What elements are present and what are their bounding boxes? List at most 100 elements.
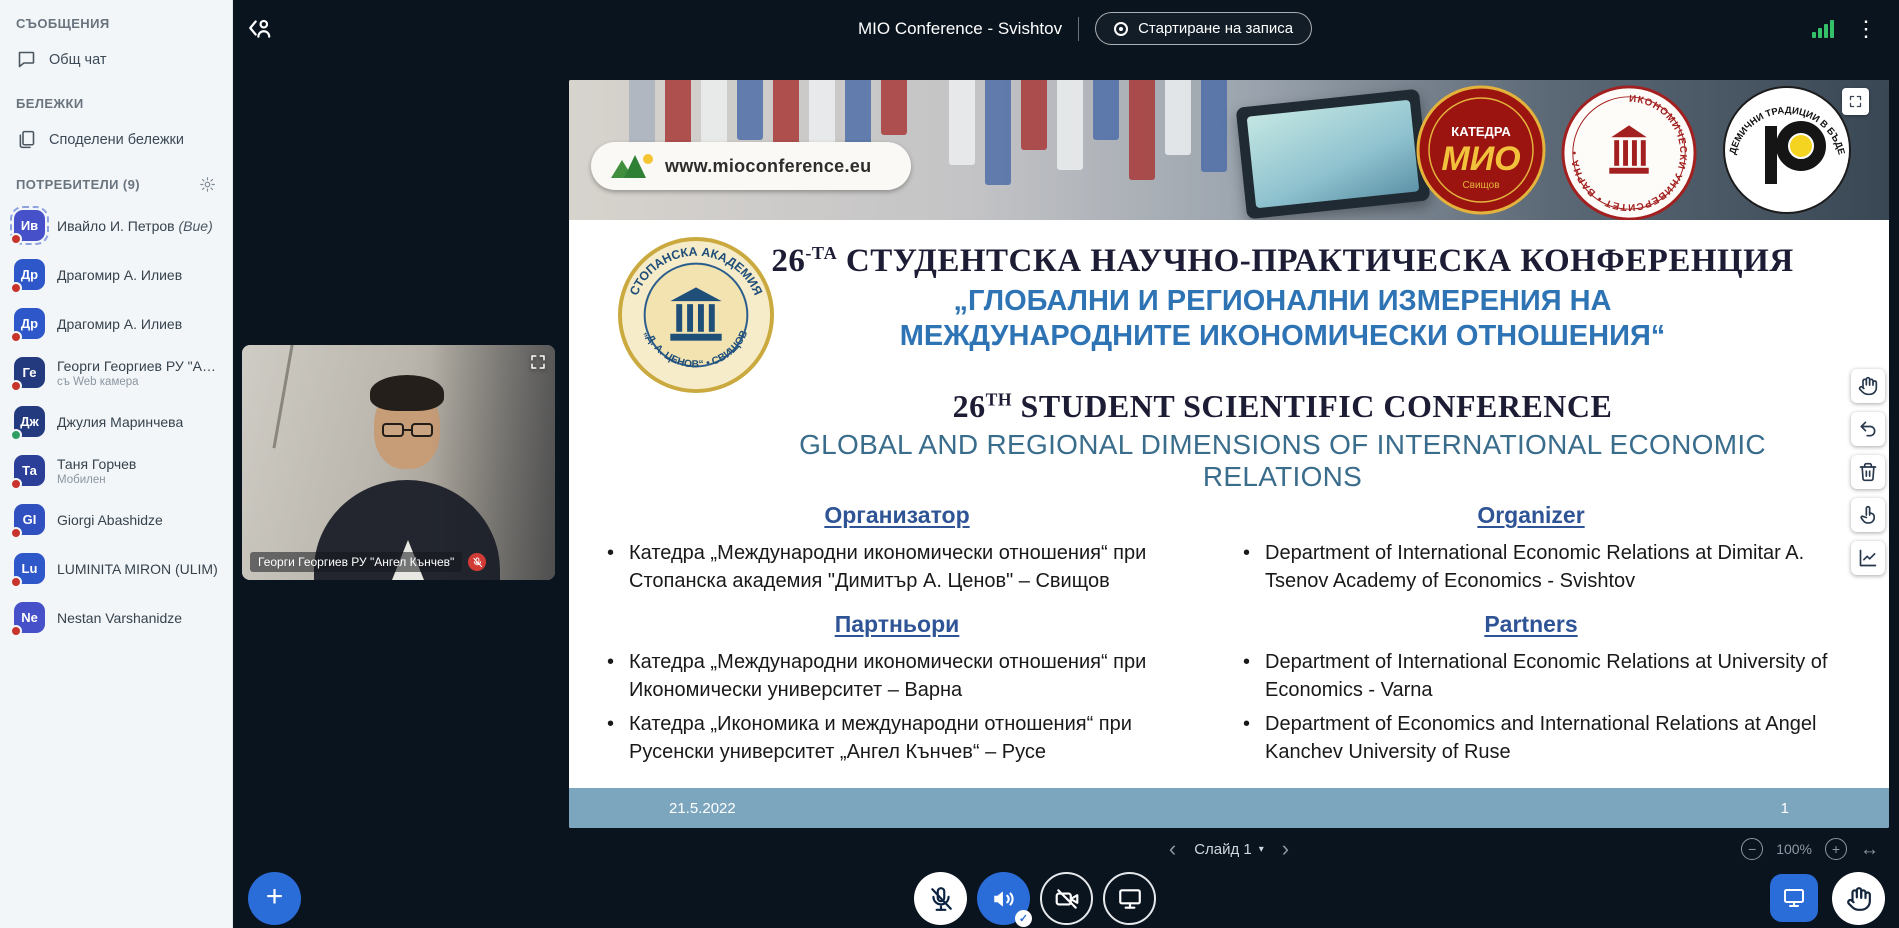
mic-muted-badge xyxy=(10,527,22,539)
chat-icon xyxy=(16,49,37,70)
user-settings-gear-icon[interactable] xyxy=(199,176,216,193)
user-name: Джулия Маринчева xyxy=(57,414,183,430)
bullet-item: Катедра „Международни икономически отнош… xyxy=(629,539,1199,595)
shared-notes-label: Споделени бележки xyxy=(49,132,184,148)
mic-active-badge xyxy=(10,429,22,441)
share-webcam-button[interactable] xyxy=(1040,872,1093,925)
pointer-finger-icon xyxy=(1858,505,1878,525)
zoom-in-button[interactable]: + xyxy=(1825,838,1847,860)
messages-section-header: СЪОБЩЕНИЯ xyxy=(0,0,232,39)
connection-status-icon[interactable] xyxy=(1809,17,1837,41)
avatar: Ге xyxy=(14,357,45,388)
sidebar: СЪОБЩЕНИЯ Общ чат БЕЛЕЖКИ Споделени беле… xyxy=(0,0,233,928)
previous-slide-button[interactable]: ‹ xyxy=(1165,838,1180,860)
leave-audio-button[interactable]: ✓ xyxy=(977,872,1030,925)
user-list-item[interactable]: Др Драгомир А. Илиев xyxy=(0,250,232,299)
slide-column-english: Organizer Department of International Ec… xyxy=(1231,500,1831,772)
pan-tool-button[interactable] xyxy=(1851,369,1885,403)
notes-icon xyxy=(16,129,37,150)
toggle-userlist-button[interactable] xyxy=(247,15,273,41)
bullet-item: Катедра „Икономика и международни отноше… xyxy=(629,710,1199,766)
banner-bar xyxy=(1093,80,1119,140)
avatar-initials: Ге xyxy=(23,365,37,380)
user-list-item[interactable]: Lu LUMINITA MIRON (ULIM) xyxy=(0,544,232,593)
undo-annotation-button[interactable] xyxy=(1851,412,1885,446)
user-list-item[interactable]: Ne Nestan Varshanidze xyxy=(0,593,232,642)
webcam-shadow xyxy=(242,345,555,580)
bullet-item: Катедра „Международни икономически отнош… xyxy=(629,648,1199,704)
avatar: Ив xyxy=(14,210,45,241)
conference-website-badge: www.mioconference.eu xyxy=(591,142,911,190)
avatar-initials: Ив xyxy=(21,218,38,233)
pointer-tool-button[interactable] xyxy=(1851,498,1885,532)
avatar: GI xyxy=(14,504,45,535)
notes-section-header: БЕЛЕЖКИ xyxy=(0,80,232,119)
raise-hand-button[interactable] xyxy=(1832,872,1885,925)
avatar-initials: Ne xyxy=(21,610,38,625)
mic-muted-badge xyxy=(10,576,22,588)
banner-bar xyxy=(881,80,907,135)
whiteboard-toolbar xyxy=(1851,369,1885,575)
monitor-icon xyxy=(1782,886,1806,910)
user-list-item[interactable]: Др Драгомир А. Илиев xyxy=(0,299,232,348)
meeting-title: MIO Conference - Svishtov xyxy=(858,19,1062,39)
action-bar: ✓ xyxy=(914,872,1156,925)
mic-muted-badge xyxy=(10,625,22,637)
users-section-header: ПОТРЕБИТЕЛИ (9) xyxy=(0,160,232,201)
webcam-video[interactable]: Георги Георгиев РУ "Ангел Кънчев" xyxy=(242,345,555,580)
slide-subtitle-en: GLOBAL AND REGIONAL DIMENSIONS OF INTERN… xyxy=(764,429,1801,493)
bullet-item: Department of Economics and Internationa… xyxy=(1265,710,1831,766)
webcam-user-label[interactable]: Георги Георгиев РУ "Ангел Кънчев" xyxy=(250,552,462,572)
mio-logo xyxy=(609,151,655,181)
presentation-fullscreen-button[interactable] xyxy=(1842,88,1869,115)
line-chart-icon xyxy=(1858,548,1878,568)
banner-bar xyxy=(665,80,691,150)
public-chat-label: Общ чат xyxy=(49,52,106,68)
partners-heading-bg: Партньори xyxy=(595,611,1199,638)
user-list-item[interactable]: Ге Георги Георгиев РУ "Ангел Кънч... съ … xyxy=(0,348,232,397)
user-list-item[interactable]: Дж Джулия Маринчева xyxy=(0,397,232,446)
slide-title-en: 26TH STUDENT SCIENTIFIC CONFERENCE xyxy=(764,388,1801,425)
next-slide-button[interactable]: › xyxy=(1278,838,1293,860)
banner-bar xyxy=(1129,80,1155,180)
screen-share-icon xyxy=(1117,886,1143,912)
restore-presentation-button[interactable] xyxy=(1770,874,1818,922)
banner-bar xyxy=(985,80,1011,185)
webcam-fullscreen-button[interactable] xyxy=(529,353,547,371)
user-name: Георги Георгиев РУ "Ангел Кънч... xyxy=(57,358,218,374)
zoom-out-button[interactable]: − xyxy=(1741,838,1763,860)
slide-select-dropdown[interactable]: Слайд 1 ▾ xyxy=(1194,841,1264,858)
clear-annotations-button[interactable] xyxy=(1851,455,1885,489)
user-list: Ив Ивайло И. Петров (Вие) Др Драгомир А.… xyxy=(0,201,232,642)
bbb-meeting-app: СЪОБЩЕНИЯ Общ чат БЕЛЕЖКИ Споделени беле… xyxy=(0,0,1899,928)
banner-bar xyxy=(1021,80,1047,150)
start-recording-button[interactable]: Стартиране на записа xyxy=(1095,12,1312,45)
banner-bar xyxy=(1201,80,1227,172)
chart-tool-button[interactable] xyxy=(1851,541,1885,575)
mic-muted-badge xyxy=(10,478,22,490)
options-menu-button[interactable]: ⋮ xyxy=(1855,18,1877,40)
user-name: Giorgi Abashidze xyxy=(57,512,163,528)
fit-width-button[interactable]: ↔ xyxy=(1860,840,1879,859)
sidebar-item-shared-notes[interactable]: Споделени бележки xyxy=(0,119,232,160)
user-list-item[interactable]: Ив Ивайло И. Петров (Вие) xyxy=(0,201,232,250)
sidebar-item-public-chat[interactable]: Общ чат xyxy=(0,39,232,80)
fullscreen-icon xyxy=(1848,94,1863,109)
user-list-item[interactable]: GI Giorgi Abashidze xyxy=(0,495,232,544)
actions-plus-button[interactable]: + xyxy=(248,872,301,925)
svg-text:МИО: МИО xyxy=(1441,140,1520,178)
record-icon xyxy=(1114,22,1128,36)
speaker-icon xyxy=(991,886,1017,912)
share-screen-button[interactable] xyxy=(1103,872,1156,925)
mute-microphone-button[interactable] xyxy=(914,872,967,925)
mic-muted-badge xyxy=(10,282,22,294)
raise-hand-icon xyxy=(1846,886,1872,912)
presentation-area: www.mioconference.eu КАТЕДРА МИО Свищов xyxy=(569,80,1889,828)
academy-logo: СТОПАНСКА АКАДЕМИЯ „Д. А. ЦЕНОВ“ • СВИЩО… xyxy=(617,236,775,394)
svg-text:Свищов: Свищов xyxy=(1462,180,1499,191)
avatar: Дж xyxy=(14,406,45,437)
avatar: Lu xyxy=(14,553,45,584)
user-list-item[interactable]: Та Таня Горчев Мобилен xyxy=(0,446,232,495)
partners-heading-en: Partners xyxy=(1231,611,1831,638)
webcam-muted-badge xyxy=(468,553,486,571)
